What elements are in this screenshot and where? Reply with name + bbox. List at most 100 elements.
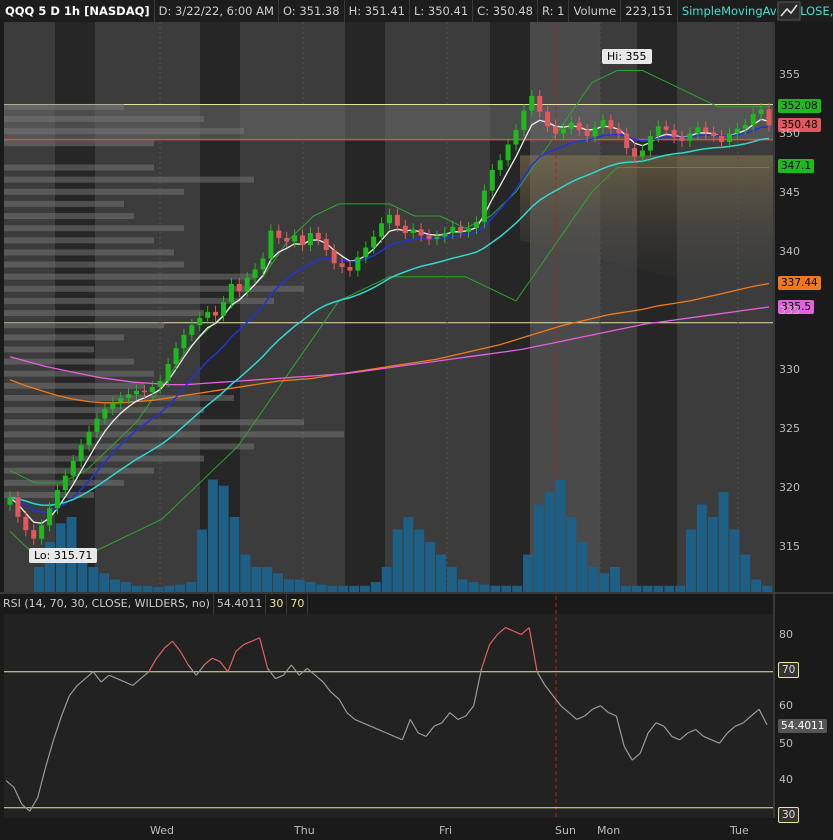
candle (703, 127, 709, 133)
candle (244, 277, 250, 292)
candle (197, 317, 203, 326)
x-label-wed: Wed (150, 824, 174, 837)
candle (62, 475, 68, 491)
study-label[interactable]: SimpleMovingAvg (CLOSE, 50, 0,... (678, 0, 833, 22)
profile-bar (4, 407, 204, 414)
profile-bar (4, 237, 154, 244)
candle (284, 237, 290, 242)
candle (363, 247, 369, 258)
rsi-segment (13, 787, 23, 805)
candle (576, 122, 582, 130)
rsi-segment (187, 664, 197, 676)
rsi-header: RSI (14, 70, 30, CLOSE, WILDERS, no) 54.4… (0, 594, 309, 614)
rsi-label[interactable]: RSI (14, 70, 30, CLOSE, WILDERS, no) (0, 594, 214, 614)
volume-bar (609, 567, 620, 592)
rsi-segment (655, 722, 665, 727)
candle (323, 239, 329, 250)
rsi-segment (560, 705, 570, 714)
candle (213, 311, 219, 316)
rsi-segment (497, 627, 506, 635)
rsi-segment (409, 719, 419, 734)
price-tick-345: 345 (779, 186, 800, 199)
candle (442, 233, 448, 237)
candle (220, 302, 226, 316)
rsi-segment (608, 712, 617, 717)
volume-bar (675, 585, 686, 592)
profile-bar (4, 273, 254, 280)
candle (141, 390, 147, 393)
volume-bar (110, 579, 120, 592)
rsi-segment (695, 729, 704, 737)
candle (331, 250, 337, 264)
price-chart[interactable] (0, 0, 833, 840)
profile-bar (4, 455, 204, 462)
volume-bar (523, 554, 533, 592)
rsi-segment (386, 732, 395, 737)
high-readout: H: 351.41 (345, 0, 410, 22)
profile-bar (4, 467, 154, 474)
volume-bar (555, 479, 566, 592)
volume-label[interactable]: Volume (569, 0, 622, 22)
candle (70, 461, 76, 476)
volume-bar (273, 573, 283, 592)
rsi-segment (132, 678, 142, 686)
rsi-segment (473, 668, 483, 706)
volume-bar (642, 585, 653, 592)
rsi-segment (290, 664, 300, 676)
volume-bar (164, 585, 175, 592)
volume-bar (490, 585, 501, 592)
rsi-segment (639, 732, 649, 754)
candle (568, 122, 574, 129)
volume-bar (381, 567, 392, 592)
candle (647, 136, 653, 151)
volume-bar (251, 567, 262, 592)
session-shade (200, 22, 240, 592)
volume-bar (544, 492, 555, 592)
profile-bar (4, 394, 234, 401)
rsi-segment (615, 715, 625, 747)
candle (165, 364, 171, 381)
rsi-tick-60: 60 (779, 699, 793, 712)
volume-bar (457, 579, 468, 592)
volume-bar (718, 492, 729, 592)
candle (173, 348, 179, 364)
rsi-segment (251, 637, 260, 642)
candle (31, 530, 37, 539)
rsi-segment (338, 698, 348, 713)
candle (466, 228, 472, 232)
rsi-segment (108, 674, 118, 680)
volume-bar (88, 567, 99, 592)
volume-bar (283, 579, 294, 592)
profile-bar (4, 419, 304, 426)
profile-bar (4, 213, 134, 220)
chart-settings-icon[interactable] (777, 1, 801, 21)
symbol-label[interactable]: QQQ 5 D 1h [NASDAQ] (0, 0, 155, 22)
volume-bar (446, 567, 457, 592)
rsi-segment (243, 640, 252, 646)
candle (687, 133, 693, 141)
volume-bar (403, 517, 414, 592)
candle (734, 128, 740, 134)
candle (624, 133, 630, 149)
candle (616, 128, 622, 134)
ema-mid-line (9, 126, 770, 513)
rsi-segment (663, 725, 673, 737)
profile-bar (4, 491, 94, 498)
volume-bar (360, 585, 370, 592)
candle (726, 133, 732, 143)
candle (584, 129, 590, 136)
rsi-segment (219, 661, 229, 673)
session-shade (637, 22, 677, 592)
profile-bar (4, 346, 94, 353)
rsi-segment (45, 739, 55, 768)
rsi-segment (584, 708, 593, 717)
rsi-segment (29, 797, 39, 812)
rsi-segment (362, 722, 371, 727)
candle (205, 311, 211, 318)
candle (15, 497, 21, 517)
candle (529, 95, 535, 111)
candle (545, 111, 551, 127)
candle (497, 160, 503, 170)
price-tick-335: 335 (779, 304, 800, 317)
volume-bar (468, 582, 479, 592)
